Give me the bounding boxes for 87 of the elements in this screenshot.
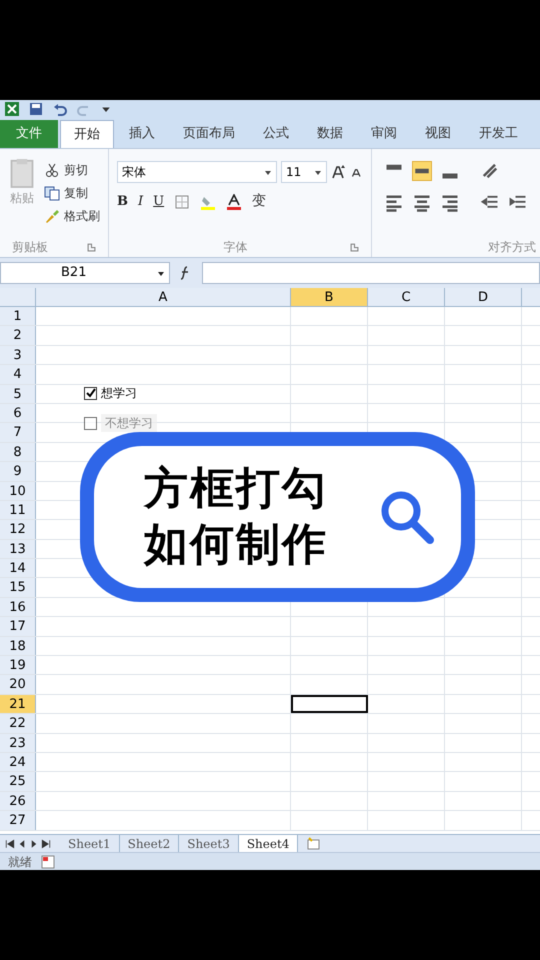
group-label: 对齐方式 (488, 239, 536, 256)
align-middle-icon[interactable] (412, 161, 432, 181)
row-header[interactable]: 26 (0, 792, 36, 810)
scissors-icon (44, 162, 60, 178)
row-header[interactable]: 16 (0, 598, 36, 616)
brush-icon (44, 208, 60, 224)
group-label: 剪贴板 (12, 239, 48, 256)
checkbox-label: 不想学习 (101, 414, 157, 432)
dialog-launcher-icon[interactable] (87, 242, 96, 252)
formula-input[interactable] (202, 262, 540, 284)
row-header[interactable]: 25 (0, 772, 36, 791)
align-center-icon[interactable] (412, 193, 432, 213)
row-header[interactable]: 23 (0, 734, 36, 752)
borders-icon[interactable] (174, 194, 190, 210)
banner-title: 方框打勾 (144, 462, 328, 516)
spreadsheet-logo-icon[interactable] (4, 101, 20, 117)
font-name-field[interactable]: 宋体 (117, 161, 277, 183)
font-style-button[interactable]: U (153, 192, 164, 212)
first-sheet-icon[interactable] (4, 838, 16, 850)
align-right-icon[interactable] (440, 193, 460, 213)
checkbox[interactable] (84, 386, 97, 400)
row-header[interactable]: 2 (0, 326, 36, 345)
save-icon[interactable] (28, 101, 44, 117)
row-header[interactable]: 21 (0, 694, 36, 714)
ribbon-tab[interactable]: 视图 (412, 120, 464, 148)
banner-title: 如何制作 (144, 518, 328, 572)
ribbon-tab[interactable]: 开始 (60, 120, 114, 148)
font-color-icon[interactable] (226, 194, 242, 210)
orientation-icon[interactable] (480, 161, 500, 181)
font-style-button[interactable]: B (117, 192, 128, 212)
shrink-font-icon[interactable] (351, 166, 363, 178)
row-header[interactable]: 11 (0, 500, 36, 520)
format-painter-button[interactable]: 格式刷 (44, 207, 100, 225)
checkbox[interactable] (84, 416, 97, 430)
ribbon-tab[interactable]: 审阅 (358, 120, 410, 148)
group-label: 字体 (224, 239, 248, 256)
row-header[interactable]: 1 (0, 307, 36, 326)
name-box[interactable]: B21 (0, 262, 170, 284)
row-header[interactable]: 5 (0, 384, 36, 403)
row-header[interactable]: 14 (0, 559, 36, 578)
last-sheet-icon[interactable] (40, 838, 52, 850)
row-header[interactable]: 7 (0, 423, 36, 442)
caret-icon[interactable] (264, 168, 272, 176)
clipboard-icon (8, 157, 36, 189)
row-header[interactable]: 24 (0, 752, 36, 772)
row-header[interactable]: 15 (0, 578, 36, 597)
row-header[interactable]: 27 (0, 811, 36, 830)
column-header[interactable]: C (368, 288, 445, 306)
row-header[interactable]: 10 (0, 482, 36, 500)
file-tab[interactable]: 文件 (0, 120, 58, 148)
font-style-button[interactable]: I (138, 192, 144, 212)
row-header[interactable]: 3 (0, 346, 36, 364)
macro-record-icon[interactable] (40, 854, 56, 870)
insert-sheet-icon[interactable] (306, 836, 322, 852)
ribbon-tab[interactable]: 开发工 (466, 120, 531, 148)
column-header[interactable]: B (291, 288, 368, 306)
copy-icon (44, 185, 60, 201)
ribbon-tab[interactable]: 数据 (304, 120, 356, 148)
caret-icon[interactable] (314, 168, 322, 176)
row-header[interactable]: 13 (0, 540, 36, 558)
align-left-icon[interactable] (384, 193, 404, 213)
ribbon-tab[interactable]: 页面布局 (170, 120, 248, 148)
row-header[interactable]: 19 (0, 656, 36, 674)
row-header[interactable]: 12 (0, 520, 36, 539)
row-header[interactable]: 4 (0, 365, 36, 384)
row-header[interactable]: 6 (0, 404, 36, 422)
checkbox-label: 想学习 (101, 385, 137, 402)
cut-button[interactable]: 剪切 (44, 161, 100, 179)
active-cell[interactable] (291, 694, 368, 714)
copy-button[interactable]: 复制 (44, 184, 100, 202)
row-header[interactable]: 8 (0, 442, 36, 462)
font-size-field[interactable]: 11 (281, 161, 327, 183)
caret-icon[interactable] (157, 269, 165, 277)
sheet-tab[interactable]: Sheet4 (238, 834, 298, 852)
undo-icon[interactable] (52, 101, 68, 117)
row-header[interactable]: 20 (0, 675, 36, 694)
dialog-launcher-icon[interactable] (350, 242, 359, 252)
row-header[interactable]: 9 (0, 462, 36, 481)
phonetic-button[interactable]: 变 (252, 191, 266, 212)
row-header[interactable]: 18 (0, 636, 36, 656)
ribbon-tab[interactable]: 插入 (116, 120, 168, 148)
ribbon-tab[interactable]: 公式 (250, 120, 302, 148)
status-text: 就绪 (8, 854, 32, 870)
grow-font-icon[interactable] (331, 164, 347, 180)
row-header[interactable]: 17 (0, 617, 36, 636)
column-header[interactable]: D (445, 288, 522, 306)
row-header[interactable]: 22 (0, 714, 36, 733)
